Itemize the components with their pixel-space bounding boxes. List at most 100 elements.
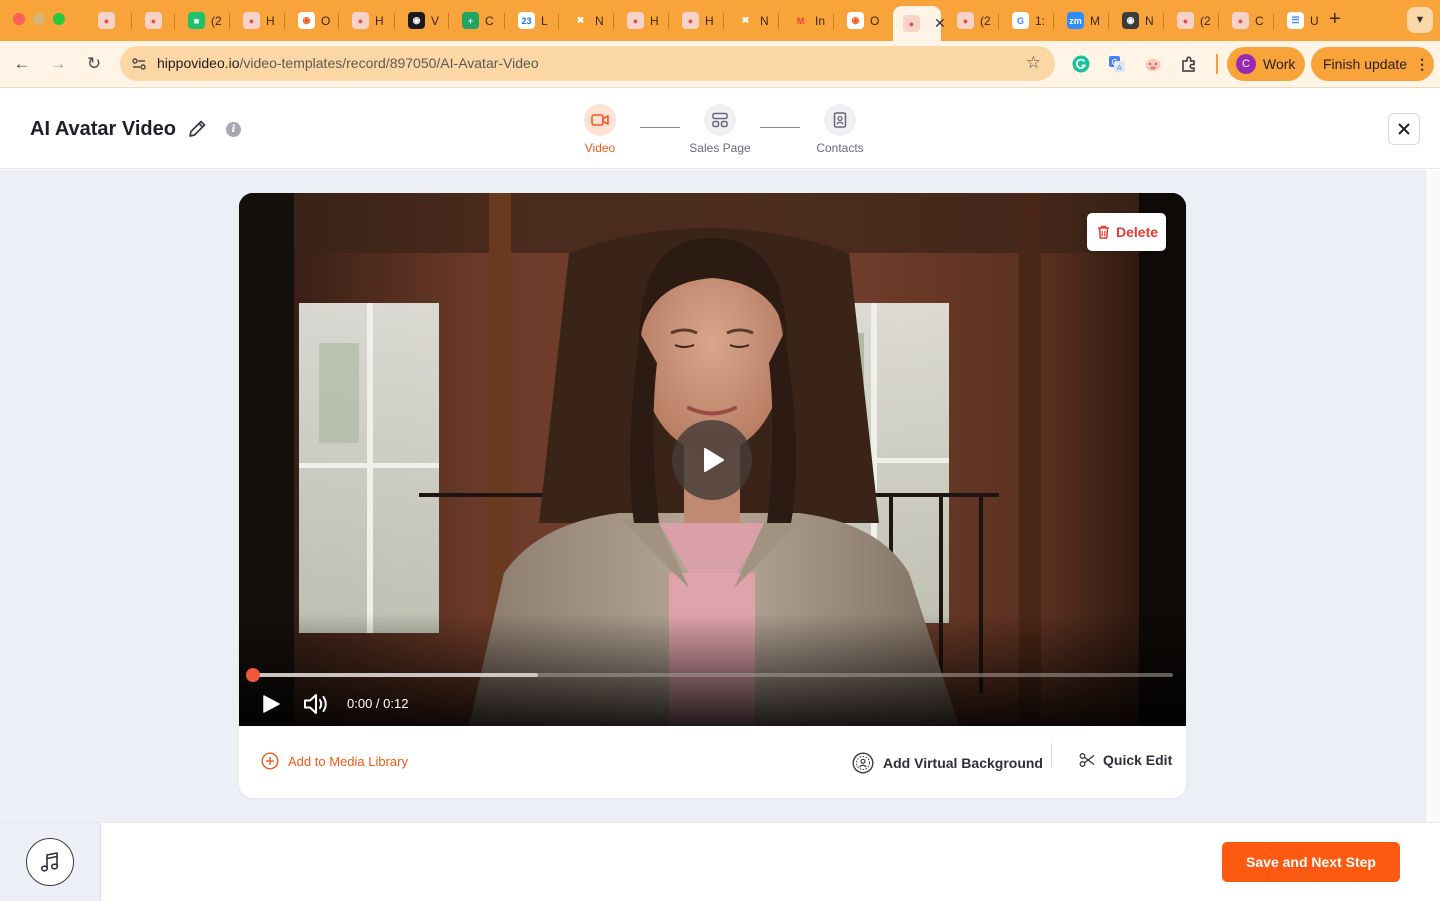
- tab-separator: [394, 13, 395, 29]
- tab-separator: [833, 13, 834, 29]
- volume-button[interactable]: [303, 692, 329, 716]
- grammarly-extension-icon[interactable]: [1070, 53, 1092, 75]
- music-note-icon: [40, 852, 59, 872]
- address-bar[interactable]: hippovideo.io/video-templates/record/897…: [120, 46, 1055, 81]
- back-arrow-icon[interactable]: ←: [11, 53, 33, 75]
- forward-arrow-icon[interactable]: →: [47, 53, 69, 75]
- progress-scrubber-handle[interactable]: [246, 668, 260, 682]
- browser-tab[interactable]: ◉ O: [288, 6, 340, 35]
- hippo-alt-favicon-icon: ◉: [847, 12, 864, 29]
- add-to-media-library-button[interactable]: Add to Media Library: [261, 752, 408, 770]
- reload-icon[interactable]: ↻: [83, 53, 105, 75]
- tab-separator: [229, 13, 230, 29]
- step-contacts-label: Contacts: [816, 141, 864, 155]
- window-minimize-button[interactable]: [33, 13, 45, 25]
- window-zoom-button[interactable]: [53, 13, 65, 25]
- quick-edit-button[interactable]: Quick Edit: [1079, 752, 1172, 768]
- browser-tab[interactable]: 23 L: [508, 6, 560, 35]
- hippo-favicon-icon: ●: [1232, 12, 1249, 29]
- delete-button[interactable]: Delete: [1087, 213, 1166, 251]
- browser-tab[interactable]: ●(2✕: [893, 6, 946, 41]
- close-button[interactable]: [1388, 113, 1420, 145]
- browser-tab-title: U: [1310, 13, 1319, 28]
- browser-tab[interactable]: M In: [782, 6, 834, 35]
- step-video[interactable]: Video: [560, 104, 640, 155]
- tab-separator: [1273, 13, 1274, 29]
- add-virtual-background-button[interactable]: Add Virtual Background: [852, 752, 1043, 774]
- volume-icon: [304, 694, 327, 714]
- control-play-button[interactable]: [261, 694, 281, 714]
- center-play-button[interactable]: [672, 420, 752, 500]
- hippo-favicon-icon: ●: [682, 12, 699, 29]
- hippo-favicon-icon: ●: [627, 12, 644, 29]
- tab-search-chevron-icon[interactable]: ▼: [1407, 7, 1433, 33]
- browser-tab[interactable]: ■ (2: [178, 6, 230, 35]
- profile-button[interactable]: C Work: [1227, 47, 1305, 81]
- hippo-extension-icon[interactable]: [1142, 53, 1164, 75]
- browser-tab[interactable]: ● C: [1222, 6, 1274, 35]
- content-scrollbar[interactable]: [1425, 170, 1440, 822]
- browser-tab[interactable]: ◉ O: [837, 6, 889, 35]
- new-tab-button[interactable]: +: [1329, 8, 1341, 31]
- step-contacts[interactable]: Contacts: [800, 104, 880, 155]
- tab-close-icon[interactable]: ✕: [934, 15, 946, 32]
- extensions-puzzle-icon[interactable]: [1178, 53, 1200, 75]
- video-player[interactable]: Delete 0:00 / 0:12: [239, 193, 1186, 726]
- url-path: /video-templates/record/897050/AI-Avatar…: [239, 55, 539, 71]
- browser-tab[interactable]: ● H: [672, 6, 724, 35]
- translate-extension-icon[interactable]: GA: [1106, 53, 1128, 75]
- video-progress-bar[interactable]: [246, 668, 1173, 682]
- edit-pencil-icon[interactable]: [186, 118, 208, 140]
- browser-tab[interactable]: ●: [88, 6, 140, 35]
- tab-separator: [131, 13, 132, 29]
- save-and-next-step-button[interactable]: Save and Next Step: [1222, 842, 1400, 882]
- url-text: hippovideo.io/video-templates/record/897…: [157, 55, 539, 71]
- tab-separator: [998, 13, 999, 29]
- close-icon: [1398, 123, 1410, 135]
- browser-tab[interactable]: ● H: [617, 6, 669, 35]
- step-connector: [640, 127, 680, 128]
- browser-tab[interactable]: ✖ N: [727, 6, 779, 35]
- browser-tab[interactable]: ☰ U: [1277, 6, 1329, 35]
- browser-tab-title: H: [375, 13, 384, 28]
- browser-tab-title: M: [1090, 13, 1100, 28]
- browser-tab[interactable]: ◉ V: [398, 6, 450, 35]
- browser-tab-title: H: [266, 13, 275, 28]
- browser-tab-title: H: [705, 13, 714, 28]
- window-close-button[interactable]: [13, 13, 25, 25]
- trash-icon: [1098, 225, 1109, 239]
- delete-label: Delete: [1116, 224, 1159, 240]
- browser-tab-title: C: [1255, 13, 1264, 28]
- tab-separator: [723, 13, 724, 29]
- hippo-favicon-icon: ●: [145, 12, 162, 29]
- browser-tab[interactable]: G 1:: [1002, 6, 1054, 35]
- bookmark-star-icon[interactable]: ☆: [1026, 53, 1041, 73]
- url-host: hippovideo.io: [157, 55, 240, 71]
- tab-separator: [1163, 13, 1164, 29]
- play-icon: [263, 695, 280, 713]
- video-card-footer: Add to Media Library Add Virtual Backgro…: [239, 726, 1186, 798]
- browser-tab[interactable]: ● H: [233, 6, 285, 35]
- virtual-background-icon: [852, 752, 874, 774]
- browser-tab-title: N: [1145, 13, 1154, 28]
- editor-content: Delete 0:00 / 0:12 Add to Media Library: [0, 170, 1425, 822]
- browser-tab[interactable]: ◉ N: [1112, 6, 1164, 35]
- browser-tab[interactable]: ✖ N: [562, 6, 614, 35]
- browser-tab[interactable]: ● (2: [947, 6, 999, 35]
- profile-avatar: C: [1236, 54, 1256, 74]
- info-icon[interactable]: i: [226, 122, 241, 137]
- background-music-button[interactable]: [26, 838, 74, 886]
- browser-tab-title: (2: [1200, 13, 1211, 28]
- browser-tab[interactable]: + C: [452, 6, 504, 35]
- x-favicon-icon: ✖: [741, 15, 750, 25]
- hippo-alt-favicon-icon: ◉: [298, 12, 315, 29]
- step-sales-page[interactable]: Sales Page: [680, 104, 760, 155]
- browser-tab[interactable]: ● (2: [1167, 6, 1219, 35]
- video-card: Delete 0:00 / 0:12 Add to Media Library: [239, 193, 1186, 798]
- browser-tab[interactable]: ● H: [342, 6, 394, 35]
- tab-separator: [668, 13, 669, 29]
- svg-text:A: A: [1117, 64, 1122, 72]
- browser-tab[interactable]: zm M: [1057, 6, 1109, 35]
- site-settings-icon[interactable]: [128, 53, 150, 75]
- finish-update-button[interactable]: Finish update ⋮: [1311, 47, 1434, 81]
